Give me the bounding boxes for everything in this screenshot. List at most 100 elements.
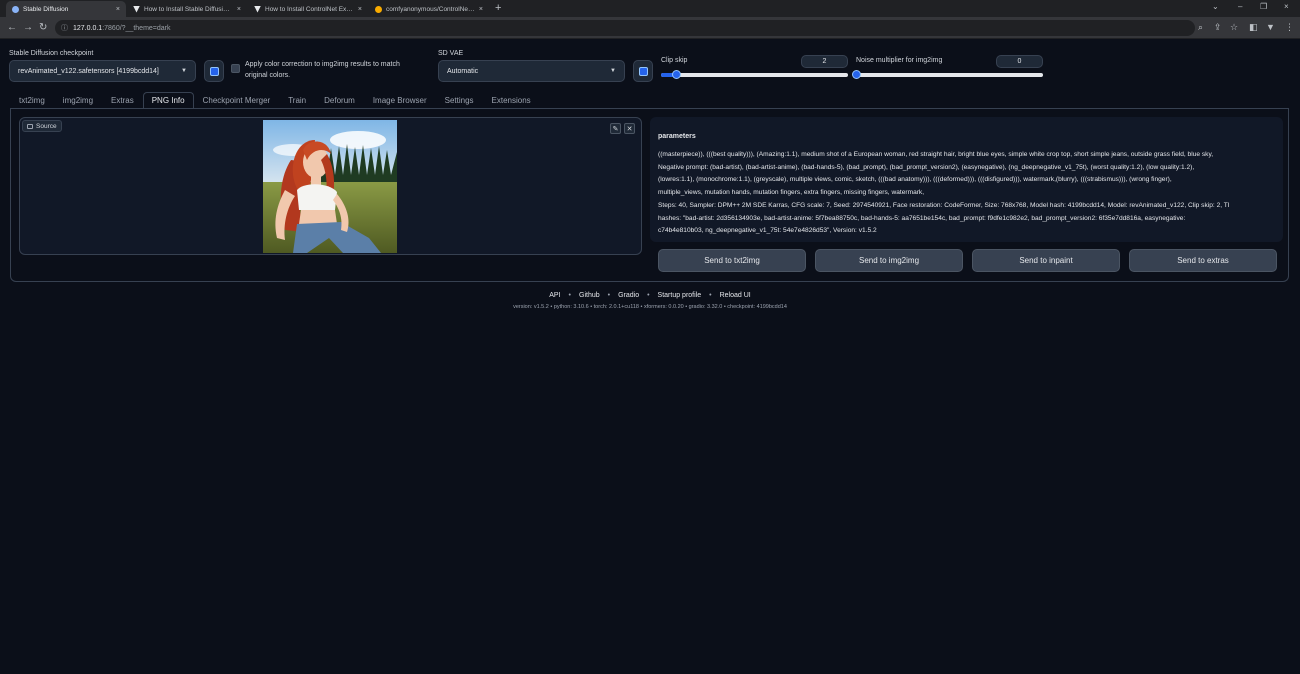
browser-tab-install-sd[interactable]: How to Install Stable Diffusion o × <box>127 1 247 17</box>
noise-multiplier-slider[interactable] <box>852 70 1043 79</box>
refresh-vae-button[interactable] <box>633 60 653 82</box>
parameters-line: hashes: "bad-artist: 2d356134903e, bad-a… <box>658 214 1186 222</box>
clip-skip-slider[interactable] <box>661 70 848 79</box>
sidebar-icon[interactable]: ◧ <box>1249 22 1258 33</box>
sd-vae-label: SD VAE <box>438 50 464 57</box>
sd-vae-dropdown[interactable]: Automatic ▼ <box>438 60 625 82</box>
browser-toolbar: ← → ↻ ⓘ 127.0.0.1:7860/?__theme=dark ⌕ ⇪… <box>0 17 1300 39</box>
footer-link-gradio[interactable]: Gradio <box>618 292 639 299</box>
footer-separator: • <box>607 292 611 299</box>
parameters-text: ((masterpiece)), (((best quality))), (Am… <box>658 149 1276 238</box>
main-tabs: txt2img img2img Extras PNG Info Checkpoi… <box>10 92 540 109</box>
color-correction-checkbox[interactable] <box>231 64 240 73</box>
window-close-icon[interactable]: × <box>1284 2 1289 11</box>
noise-multiplier-number[interactable]: 0 <box>996 55 1043 68</box>
clip-skip-slider-thumb[interactable] <box>671 70 681 79</box>
checkpoint-value: revAnimated_v122.safetensors [4199bcdd14… <box>18 67 159 75</box>
tab-extensions[interactable]: Extensions <box>483 92 540 109</box>
footer-link-reload-ui[interactable]: Reload UI <box>720 292 751 299</box>
browser-tab-title: How to Install ControlNet Extens <box>265 5 354 13</box>
browser-tab-title: Stable Diffusion <box>23 5 69 13</box>
close-icon[interactable]: × <box>116 6 120 13</box>
image-icon <box>27 123 33 129</box>
send-to-extras-button[interactable]: Send to extras <box>1129 249 1277 272</box>
clip-skip-label: Clip skip <box>661 57 688 64</box>
favicon-icon <box>375 5 382 13</box>
parameters-line: ((masterpiece)), (((best quality))), (Am… <box>658 151 1214 158</box>
sd-vae-value: Automatic <box>447 67 479 75</box>
parameters-line: Steps: 40, Sampler: DPM++ 2M SDE Karras,… <box>658 201 1230 209</box>
parameters-line: c74b4e810b03, ng_deepnegative_v1_75t: 54… <box>658 227 877 235</box>
clip-skip-number[interactable]: 2 <box>801 55 848 68</box>
tab-checkpoint-merger[interactable]: Checkpoint Merger <box>194 92 280 109</box>
refresh-icon <box>209 66 219 76</box>
browser-tab-stable-diffusion[interactable]: Stable Diffusion × <box>6 1 126 17</box>
address-bar[interactable]: ⓘ 127.0.0.1:7860/?__theme=dark <box>55 20 1195 36</box>
browser-tab-bar: Stable Diffusion × How to Install Stable… <box>0 0 1300 17</box>
chevron-down-icon[interactable]: ⌄ <box>1212 2 1219 11</box>
footer-link-api[interactable]: API <box>549 292 560 299</box>
maximize-icon[interactable]: ❐ <box>1260 2 1267 11</box>
source-image <box>263 120 397 253</box>
minimize-icon[interactable]: – <box>1238 2 1242 11</box>
close-icon[interactable]: × <box>237 6 241 13</box>
footer-separator: • <box>647 292 650 299</box>
info-icon[interactable]: ⓘ <box>61 23 68 33</box>
tab-png-info[interactable]: PNG Info <box>142 92 194 109</box>
close-icon[interactable]: × <box>479 6 483 13</box>
zoom-icon[interactable]: ⌕ <box>1198 22 1203 33</box>
footer-link-github[interactable]: Github <box>579 292 600 299</box>
reload-icon[interactable]: ↻ <box>39 22 47 33</box>
browser-tab-title: How to Install Stable Diffusion o <box>144 5 233 13</box>
favicon-icon <box>12 5 19 13</box>
parameters-line: (lowres:1.1), (monochrome:1.1), (greysca… <box>658 176 1172 184</box>
noise-multiplier-slider-thumb[interactable] <box>852 70 861 79</box>
favicon-icon <box>254 5 261 13</box>
tab-extras[interactable]: Extras <box>102 92 143 109</box>
caret-down-icon: ▼ <box>610 68 616 74</box>
tab-train[interactable]: Train <box>279 92 315 109</box>
tab-settings[interactable]: Settings <box>436 92 483 109</box>
back-arrow-icon[interactable]: ← <box>7 22 17 33</box>
checkpoint-label: Stable Diffusion checkpoint <box>9 50 94 57</box>
url-host: 127.0.0.1 <box>73 24 103 32</box>
browser-tab-comfy-controlnet[interactable]: comfyanonymous/ControlNet-v × <box>369 1 489 17</box>
browser-tab-title: comfyanonymous/ControlNet-v <box>386 5 475 13</box>
pencil-icon: ✎ <box>612 125 619 133</box>
refresh-icon <box>638 66 648 76</box>
color-correction-label-1: Apply color correction to img2img result… <box>245 61 400 68</box>
new-tab-button[interactable]: + <box>495 2 501 14</box>
footer-link-startup-profile[interactable]: Startup profile <box>658 292 702 299</box>
close-icon: ✕ <box>626 125 633 133</box>
parameters-line: multiple_views, mutation hands, mutation… <box>658 189 925 197</box>
footer-separator: • <box>709 292 712 299</box>
tab-image-browser[interactable]: Image Browser <box>364 92 436 109</box>
edit-image-button[interactable]: ✎ <box>610 123 621 134</box>
checkpoint-dropdown[interactable]: revAnimated_v122.safetensors [4199bcdd14… <box>9 60 196 82</box>
tab-txt2img[interactable]: txt2img <box>10 92 54 109</box>
footer-separator: • <box>568 292 571 299</box>
parameters-line: Negative prompt: (bad-artist), (bad-arti… <box>658 163 1195 171</box>
caret-down-icon: ▼ <box>181 68 187 74</box>
source-label: Source <box>22 120 62 132</box>
close-icon[interactable]: × <box>358 6 362 13</box>
forward-arrow-icon[interactable]: → <box>23 22 33 33</box>
extension-icon[interactable]: ▼ <box>1266 22 1275 32</box>
footer-links: API • Github • Gradio • Startup profile • Reload… <box>0 292 1300 299</box>
favicon-icon <box>133 5 140 13</box>
send-to-inpaint-button[interactable]: Send to inpaint <box>972 249 1120 272</box>
url-path: :7860/?__theme=dark <box>102 24 171 32</box>
tab-img2img[interactable]: img2img <box>54 92 102 109</box>
color-correction-label-2: original colors. <box>245 72 291 79</box>
noise-multiplier-label: Noise multiplier for img2img <box>856 57 943 64</box>
refresh-checkpoint-button[interactable] <box>204 60 224 82</box>
clear-image-button[interactable]: ✕ <box>624 123 635 134</box>
menu-icon[interactable]: ⋮ <box>1285 22 1294 33</box>
share-icon[interactable]: ⇪ <box>1214 22 1222 33</box>
tab-deforum[interactable]: Deforum <box>315 92 364 109</box>
browser-tab-install-controlnet[interactable]: How to Install ControlNet Extens × <box>248 1 368 17</box>
send-to-txt2img-button[interactable]: Send to txt2img <box>658 249 806 272</box>
send-to-img2img-button[interactable]: Send to img2img <box>815 249 963 272</box>
star-icon[interactable]: ☆ <box>1230 22 1238 33</box>
parameters-title: parameters <box>658 133 696 140</box>
